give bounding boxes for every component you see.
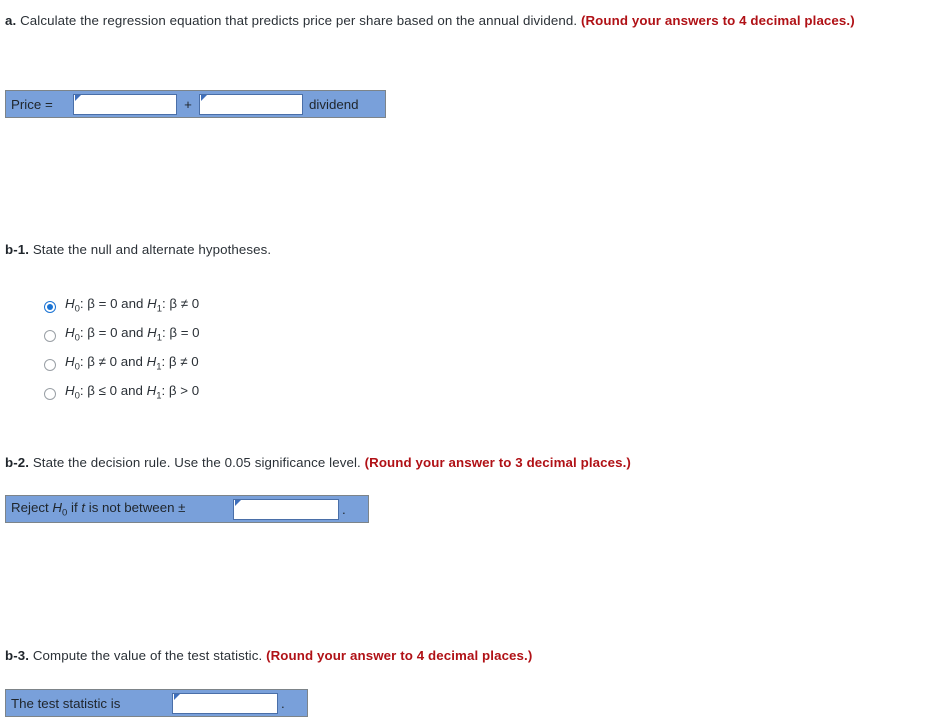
question-a-prompt: a. Calculate the regression equation tha… (5, 11, 931, 30)
test-statistic-input[interactable] (172, 692, 278, 714)
question-a-round-note: (Round your answers to 4 decimal places.… (580, 13, 855, 28)
question-b2-prompt: b-2. State the decision rule. Use the 0.… (5, 453, 805, 472)
question-b3-text: Compute the value of the test statistic. (29, 648, 267, 663)
question-b1-label: b-1. (5, 242, 30, 257)
hypothesis-option-3[interactable]: H0: β ≠ 0 and H1: β ≠ 0 (44, 350, 200, 379)
critical-value-field-cell (233, 495, 339, 523)
question-b3-label: b-3. (5, 648, 30, 663)
answer-table-a: Price = + dividend (5, 90, 386, 118)
test-statistic-field-wrapper (172, 692, 278, 714)
dividend-label: dividend (303, 90, 386, 118)
question-b2-round-note: (Round your answer to 3 decimal places.) (364, 455, 631, 470)
hypothesis-option-2[interactable]: H0: β = 0 and H1: β = 0 (44, 321, 200, 350)
radio-icon-option-1[interactable] (44, 300, 56, 313)
answer-table-b2: Reject H0 if t is not between ± . (5, 495, 369, 523)
question-b3-round-note: (Round your answer to 4 decimal places.) (266, 648, 533, 663)
critical-value-input[interactable] (233, 498, 339, 520)
table-row: Price = + dividend (5, 90, 386, 118)
radio-icon-option-3[interactable] (44, 358, 56, 371)
question-b2-label: b-2. (5, 455, 30, 470)
plus-operator-label: + (177, 90, 199, 118)
critical-value-field-wrapper (233, 498, 339, 520)
test-statistic-label: The test statistic is (5, 689, 172, 717)
question-b3-prompt: b-3. Compute the value of the test stati… (5, 646, 805, 665)
slope-field-cell (199, 90, 303, 118)
price-equals-label: Price = (5, 90, 73, 118)
answer-table-b3: The test statistic is . (5, 689, 308, 717)
slope-field-wrapper (199, 93, 303, 115)
intercept-field-cell (73, 90, 177, 118)
decision-rule-period: . (339, 495, 369, 523)
test-statistic-field-cell (172, 689, 278, 717)
question-b1-prompt: b-1. State the null and alternate hypoth… (5, 240, 505, 259)
hypothesis-option-4[interactable]: H0: β ≤ 0 and H1: β > 0 (44, 379, 200, 408)
hypothesis-option-1[interactable]: H0: β = 0 and H1: β ≠ 0 (44, 292, 200, 321)
intercept-field-wrapper (73, 93, 177, 115)
intercept-input[interactable] (73, 93, 177, 115)
question-b1-text: State the null and alternate hypotheses. (29, 242, 272, 257)
question-a-label: a. (5, 13, 17, 28)
radio-icon-option-4[interactable] (44, 387, 56, 400)
question-b2-text: State the decision rule. Use the 0.05 si… (29, 455, 365, 470)
hypothesis-radio-group: H0: β = 0 and H1: β ≠ 0 H0: β = 0 and H1… (44, 292, 200, 408)
radio-icon-option-2[interactable] (44, 329, 56, 342)
hypothesis-option-4-label: H0: β ≤ 0 and H1: β > 0 (65, 382, 200, 402)
question-page: a. Calculate the regression equation tha… (0, 0, 936, 722)
question-a-text: Calculate the regression equation that p… (16, 13, 581, 28)
slope-input[interactable] (199, 93, 303, 115)
hypothesis-option-3-label: H0: β ≠ 0 and H1: β ≠ 0 (65, 353, 199, 373)
hypothesis-option-1-label: H0: β = 0 and H1: β ≠ 0 (65, 295, 200, 315)
table-row: The test statistic is . (5, 689, 308, 717)
decision-rule-label: Reject H0 if t is not between ± (5, 495, 233, 523)
table-row: Reject H0 if t is not between ± . (5, 495, 369, 523)
test-statistic-period: . (278, 689, 308, 717)
hypothesis-option-2-label: H0: β = 0 and H1: β = 0 (65, 324, 200, 344)
